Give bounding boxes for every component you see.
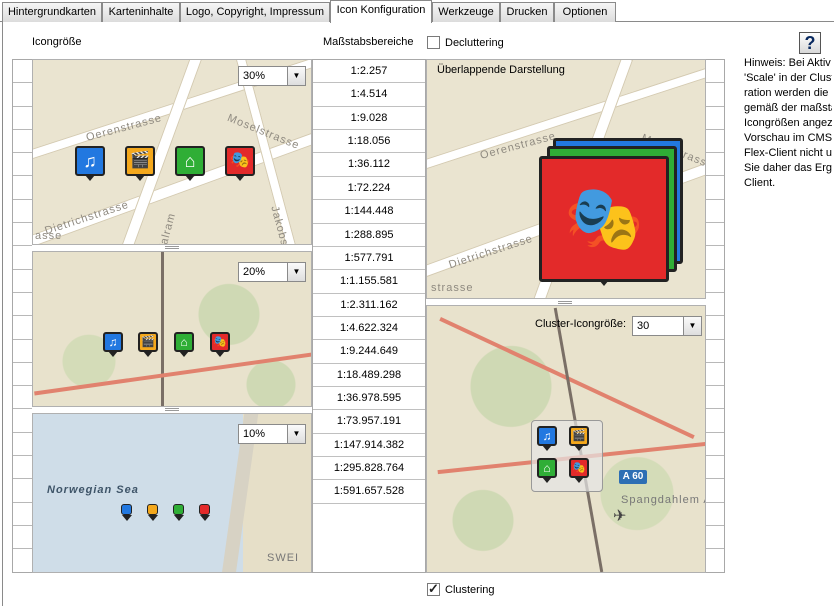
scale-row[interactable]: 1:577.791: [313, 247, 425, 271]
cinema-icon: 🎬: [125, 146, 155, 181]
resize-handle[interactable]: [165, 408, 179, 411]
icon-size-10-select[interactable]: 10% ▼: [238, 424, 306, 444]
theater-icon: 🎭: [225, 146, 255, 181]
map-label-swe: SWEI: [267, 552, 300, 564]
scale-row[interactable]: 1:9.028: [313, 107, 425, 131]
overlapping-label: Überlappende Darstellung: [437, 64, 565, 76]
clustering-label: Clustering: [445, 584, 495, 596]
scale-row[interactable]: 1:36.112: [313, 153, 425, 177]
scale-row[interactable]: 1:2.257: [313, 60, 425, 84]
map-label-strasse: strasse: [431, 282, 474, 294]
cinema-icon: 🎬: [138, 332, 158, 357]
icon-size-20-select[interactable]: 20% ▼: [238, 262, 306, 282]
airport-icon: ✈: [613, 508, 627, 525]
scale-range-list: 1:2.257 1:4.514 1:9.028 1:18.056 1:36.11…: [312, 59, 426, 573]
cinema-icon: 🎬: [569, 426, 589, 451]
scale-row[interactable]: 1:591.657.528: [313, 480, 425, 504]
resize-handle[interactable]: [165, 246, 179, 249]
music-icon: ♫: [103, 332, 123, 357]
museum-icon: ⌂: [175, 146, 205, 181]
preview-map-10: Norwegian Sea SWEI 10% ▼: [32, 413, 312, 573]
museum-icon: [173, 504, 184, 521]
map-label-oerenstrasse: Oerenstrasse: [84, 112, 164, 144]
map-label-spangdahlem: Spangdahlem A: [621, 494, 706, 506]
chevron-down-icon: ▼: [287, 263, 305, 281]
tab-hintergrundkarten[interactable]: Hintergrundkarten: [2, 2, 102, 22]
music-icon: ♫: [537, 426, 557, 451]
scale-row[interactable]: 1:18.056: [313, 130, 425, 154]
decluttering-checkbox[interactable]: [427, 36, 440, 49]
preview-map-30: Oerenstrasse Moselstrasse Dietrichstrass…: [32, 59, 312, 245]
tab-drucken[interactable]: Drucken: [500, 2, 554, 22]
cluster-size-label: Cluster-Icongröße:: [535, 318, 627, 330]
scale-row[interactable]: 1:2.311.162: [313, 294, 425, 317]
tab-icon-konfiguration[interactable]: Icon Konfiguration: [330, 0, 432, 23]
decluttering-label: Decluttering: [445, 37, 504, 49]
scale-row[interactable]: 1:1.155.581: [313, 270, 425, 294]
icon-size-30-select[interactable]: 30% ▼: [238, 66, 306, 86]
left-row-gutter: [12, 59, 32, 573]
scale-row[interactable]: 1:9.244.649: [313, 340, 425, 364]
tab-karteninhalte[interactable]: Karteninhalte: [102, 2, 180, 22]
museum-icon: ⌂: [537, 458, 557, 483]
hint-text: Hinweis: Bei Aktiv 'Scale' in der Clust …: [744, 57, 832, 189]
tab-optionen[interactable]: Optionen: [554, 2, 616, 22]
right-row-gutter: [705, 59, 725, 573]
overlapping-preview-map: Überlappende Darstellung Oerenstrasse Mo…: [426, 59, 706, 299]
theater-icon: 🎭: [539, 156, 669, 286]
museum-icon: ⌂: [174, 332, 194, 357]
scale-row[interactable]: 1:73.957.191: [313, 410, 425, 434]
chevron-down-icon: ▼: [287, 425, 305, 443]
help-button[interactable]: ?: [799, 32, 821, 54]
music-icon: [121, 504, 132, 521]
icon-size-header: Icongröße: [32, 36, 82, 48]
theater-icon: 🎭: [210, 332, 230, 357]
map-label-walram: Walram: [155, 211, 179, 245]
music-icon: ♫: [75, 146, 105, 181]
cluster-preview-map: Cluster-Icongröße: 30 ▼ ♫ 🎬 ⌂ 🎭 A 60 Span…: [426, 305, 706, 573]
scale-row[interactable]: 1:4.622.324: [313, 317, 425, 341]
scale-ranges-header: Maßstabsbereiche: [323, 36, 414, 48]
scale-row[interactable]: 1:144.448: [313, 200, 425, 224]
cluster-size-select[interactable]: 30 ▼: [632, 316, 702, 336]
scale-row[interactable]: 1:147.914.382: [313, 434, 425, 458]
scale-row[interactable]: 1:4.514: [313, 83, 425, 107]
cinema-icon: [147, 504, 158, 521]
scale-row[interactable]: 1:18.489.298: [313, 364, 425, 388]
scale-row[interactable]: 1:295.828.764: [313, 457, 425, 481]
theater-icon: [199, 504, 210, 521]
tab-bar: Hintergrundkarten Karteninhalte Logo, Co…: [0, 0, 834, 23]
resize-handle[interactable]: [558, 301, 572, 304]
clustering-checkbox[interactable]: [427, 581, 440, 597]
scale-row[interactable]: 1:288.895: [313, 224, 425, 247]
scale-row[interactable]: 1:72.224: [313, 177, 425, 201]
a60-road-shield: A 60: [619, 470, 647, 484]
tab-logo-copyright-impressum[interactable]: Logo, Copyright, Impressum: [180, 2, 330, 22]
preview-map-20: ♫ 🎬 ⌂ 🎭 20% ▼: [32, 251, 312, 407]
chevron-down-icon: ▼: [287, 67, 305, 85]
theater-icon: 🎭: [569, 458, 589, 483]
scale-row[interactable]: 1:36.978.595: [313, 387, 425, 411]
map-label-asse: asse: [35, 230, 63, 242]
map-label-norwegian-sea: Norwegian Sea: [47, 484, 139, 496]
chevron-down-icon: ▼: [683, 317, 701, 335]
tab-werkzeuge[interactable]: Werkzeuge: [432, 2, 500, 22]
